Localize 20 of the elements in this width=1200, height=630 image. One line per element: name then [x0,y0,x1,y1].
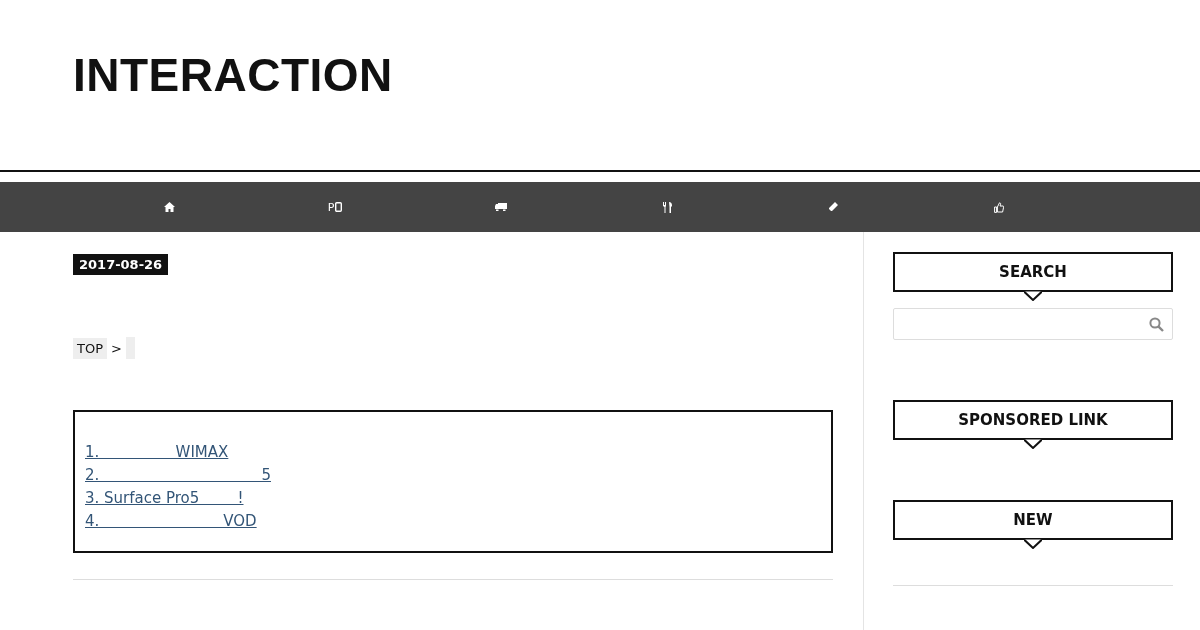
home-icon [163,202,175,212]
phone-icon [335,202,343,212]
pencil-icon [828,202,838,212]
nav-link[interactable]: P [252,200,418,214]
post-date: 2017-08-26 [73,254,169,275]
truck-icon [495,202,507,212]
toc-link[interactable]: 1. WIMAX [85,441,229,464]
site-title[interactable]: INTERACTION [73,48,393,102]
widget-heading: NEW [1013,511,1053,529]
breadcrumb-separator: > [110,340,123,356]
widget-heading: SPONSORED LINK [958,411,1108,429]
toc-link[interactable]: 2. 5 [85,464,271,487]
search-field[interactable] [893,308,1173,340]
toc-link[interactable]: 4. VOD [85,510,257,533]
widget-heading: SEARCH [999,263,1067,281]
thumbs-up-icon [994,201,1004,213]
toc-link[interactable]: 3. Surface Pro5 ! [85,487,244,510]
breadcrumb-link[interactable]: TOP [73,337,107,359]
cutlery-icon [662,201,672,213]
search-icon[interactable] [1149,316,1164,332]
